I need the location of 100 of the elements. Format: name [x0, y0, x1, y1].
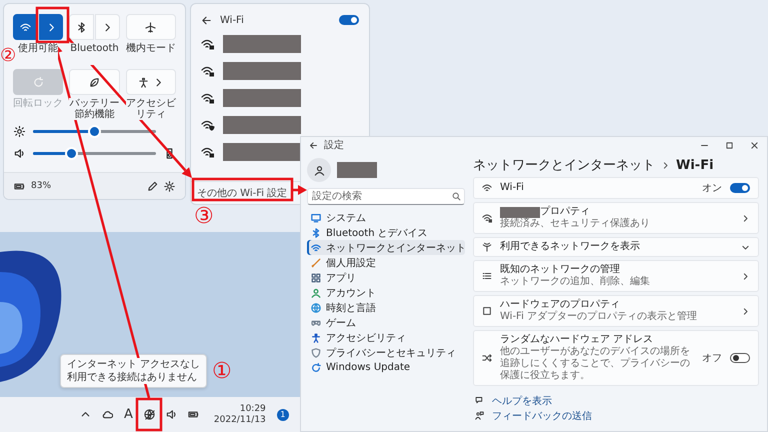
page-title: Wi-Fi [676, 158, 714, 172]
nav-item[interactable]: 時刻と言語 [307, 300, 465, 315]
redacted-network-name[interactable] [223, 62, 301, 80]
audio-device-icon[interactable] [164, 148, 175, 158]
wifi-lock-icon [482, 213, 492, 223]
nav-item[interactable]: アプリ [307, 270, 465, 285]
accessibility-icon [311, 332, 321, 342]
wifi-shield-icon [201, 118, 215, 130]
step-number: ③ [194, 205, 214, 229]
help-link[interactable]: フィードバックの送信 [492, 408, 592, 422]
redacted-network-name[interactable] [223, 116, 301, 134]
settings-row[interactable]: ランダムなハードウェア アドレス 他のユーザーがあなたのデバイスの場所を追跡しにくくすることで、プライバシーの保護に役立ちます。 オフ [473, 330, 759, 386]
row-subtitle: 接続済み、セキュリティ保護あり [500, 218, 651, 230]
list-icon [482, 271, 492, 281]
brightness-icon [14, 126, 25, 136]
redacted-network-name[interactable] [223, 142, 301, 160]
battery-icon [14, 180, 25, 192]
toggle-state-label: オフ [702, 352, 722, 365]
wifi-icon [311, 242, 321, 252]
notification-badge[interactable]: 1 [276, 408, 289, 420]
toggle-switch[interactable] [730, 183, 750, 193]
shield-icon [311, 348, 321, 358]
speaker-icon [14, 148, 25, 158]
chevron-right-icon [741, 306, 750, 316]
settings-row[interactable]: 利用できるネットワークを表示 [473, 237, 759, 257]
step-number: ② [0, 44, 16, 68]
nav-item[interactable]: Bluetooth とデバイス [307, 225, 465, 240]
nav-item[interactable]: プライバシーとセキュリティ [307, 345, 465, 360]
settings-icon[interactable] [164, 180, 175, 192]
settings-row[interactable]: 既知のネットワークの管理 ネットワークの追加、削除、編集 [473, 260, 759, 292]
window-title: 設定 [324, 138, 344, 152]
battery-saver-tile[interactable] [69, 69, 120, 95]
airplane-icon [145, 22, 156, 32]
slider-thumb[interactable] [90, 126, 98, 136]
battery-icon[interactable] [188, 409, 199, 420]
wifi-lock-icon [201, 38, 215, 50]
clock-date[interactable]: 2022/11/13 [214, 414, 266, 426]
settings-row[interactable]: ハードウェアのプロパティ Wi-Fi アダプターのプロパティの表示と管理 [473, 295, 759, 327]
nav-item[interactable]: 個人用設定 [307, 255, 465, 270]
pencil-icon[interactable] [147, 180, 158, 192]
wifi-icon [482, 183, 492, 193]
step-number: ① [212, 360, 232, 384]
settings-row[interactable]: プロパティ 接続済み、セキュリティ保護あり [473, 202, 759, 234]
accessibility-icon [138, 76, 149, 88]
shuffle-icon [482, 353, 492, 363]
row-title: ランダムなハードウェア アドレス [500, 334, 654, 346]
battery-percentage: 83% [31, 181, 52, 191]
redacted-network-name[interactable] [223, 88, 301, 106]
monitor-icon [311, 212, 321, 222]
tile-label: バッテリー節約機能 [69, 98, 120, 120]
settings-row[interactable]: Wi-Fi オン [473, 177, 759, 199]
help-link[interactable]: ヘルプを表示 [492, 394, 552, 408]
person-icon [314, 164, 324, 176]
nav-item[interactable]: Windows Update [307, 360, 465, 375]
wifi-lock-icon [201, 146, 215, 158]
bluetooth-tile[interactable] [69, 14, 94, 40]
refresh-icon [311, 362, 321, 372]
search-field[interactable]: 設定の検索 [307, 188, 465, 205]
chevron-right-icon [741, 272, 750, 280]
row-subtitle: 他のユーザーがあなたのデバイスの場所を追跡しにくくすることで、プライバシーの保護に役立ちます。 [500, 346, 691, 382]
row-title: Wi-Fi [500, 182, 524, 194]
arrow [292, 185, 307, 195]
redacted-network-name[interactable] [223, 34, 301, 52]
expand-button[interactable] [38, 14, 64, 40]
nav-item[interactable]: アカウント [307, 285, 465, 300]
close-icon[interactable] [750, 140, 759, 150]
rotation-icon [32, 76, 44, 88]
back-icon[interactable] [309, 140, 318, 150]
clock-time[interactable]: 10:29 [240, 404, 266, 414]
input-method-indicator[interactable]: A [124, 408, 133, 421]
apps-icon [311, 272, 321, 282]
speaker-icon[interactable] [166, 409, 177, 420]
nav-item[interactable]: システム [307, 210, 465, 225]
accessibility-tile[interactable] [126, 69, 176, 95]
chevron-right-icon [661, 160, 670, 170]
row-title: ハードウェアのプロパティ [500, 299, 620, 310]
row-title: 既知のネットワークの管理 [500, 264, 620, 276]
nav-item[interactable]: ゲーム [307, 315, 465, 330]
maximize-icon[interactable] [725, 140, 734, 150]
airplane-mode-tile[interactable] [126, 14, 176, 40]
row-title: プロパティ [540, 206, 590, 218]
wifi-lock-icon [201, 92, 215, 104]
row-title: 利用できるネットワークを表示 [500, 241, 640, 253]
tile-label: アクセシビリティ [126, 98, 176, 120]
wifi-icon [20, 22, 31, 32]
back-icon[interactable] [201, 14, 212, 26]
slider-thumb[interactable] [67, 148, 76, 158]
brush-icon [311, 258, 321, 268]
row-subtitle: ネットワークの追加、削除、編集 [500, 276, 651, 288]
breadcrumb-parent[interactable]: ネットワークとインターネット [473, 156, 655, 174]
toggle-switch[interactable] [339, 15, 359, 25]
chevron-right-icon [741, 214, 750, 222]
wifi-tile[interactable] [13, 14, 38, 40]
cloud-icon[interactable] [102, 409, 113, 420]
person-icon [311, 288, 321, 298]
nav-item[interactable]: アクセシビリティ [307, 330, 465, 345]
toggle-switch[interactable] [730, 353, 750, 363]
globe-icon[interactable] [144, 409, 155, 420]
more-wifi-settings-link[interactable]: その他の Wi-Fi 設定 [197, 186, 288, 200]
nav-item[interactable]: ネットワークとインターネット [307, 240, 465, 255]
